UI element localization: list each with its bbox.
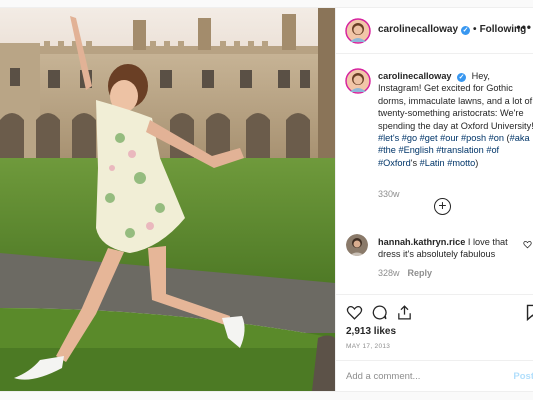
bookmark-icon[interactable] (524, 304, 533, 321)
hashtag-link[interactable]: #on (489, 133, 504, 143)
post-detail-panel: carolinecalloway ✓ • Following ••• caroline… (335, 8, 533, 391)
hashtag-link[interactable]: #aka (510, 133, 530, 143)
comment-timestamp[interactable]: 328w (378, 268, 400, 278)
caption-text-fragment: ) (475, 157, 479, 168)
avatar-icon[interactable] (345, 18, 371, 44)
comment-input[interactable] (346, 369, 506, 384)
hashtag-link[interactable]: #motto (447, 158, 475, 168)
hashtag-link[interactable]: #our (440, 133, 458, 143)
hashtag-link[interactable]: #of (486, 145, 499, 155)
share-icon[interactable] (396, 304, 413, 321)
post-photo[interactable] (0, 8, 335, 391)
comment-icon[interactable] (371, 304, 388, 321)
post-header: carolinecalloway ✓ • Following ••• (336, 8, 533, 54)
hashtag-link[interactable]: #posh (461, 133, 486, 143)
top-strip (0, 0, 533, 8)
add-comment-bar: Post (336, 360, 533, 391)
more-options-icon[interactable]: ••• (516, 20, 532, 34)
caption-username-link[interactable]: carolinecalloway (378, 71, 452, 81)
bottom-strip (0, 391, 533, 400)
heart-icon[interactable] (346, 304, 363, 321)
reply-button[interactable]: Reply (408, 268, 433, 278)
comment-heart-icon[interactable] (523, 240, 532, 249)
post-button[interactable]: Post (513, 371, 533, 382)
hashtag-link[interactable]: #the (378, 145, 396, 155)
hashtag-link[interactable]: #Latin (420, 158, 445, 168)
caption-timestamp[interactable]: 330w (378, 189, 400, 199)
verified-badge-icon: ✓ (457, 73, 467, 82)
separator-dot: • (473, 24, 477, 35)
action-bar: 2,913 likes MAY 17, 2013 (336, 294, 533, 360)
comment-meta: 328w Reply (378, 268, 432, 278)
hashtag-link[interactable]: #Oxford (378, 158, 411, 168)
verified-badge-icon: ✓ (461, 26, 471, 35)
commenter-username-link[interactable]: hannah.kathryn.rice (378, 237, 465, 247)
hashtag-link[interactable]: #English (398, 145, 433, 155)
caption-text-fragment: 's (410, 157, 420, 168)
commenter-avatar-icon[interactable] (346, 234, 368, 256)
hashtag-link[interactable]: #translation (436, 145, 484, 155)
username-link[interactable]: carolinecalloway (378, 24, 458, 35)
header-user: carolinecalloway ✓ • Following (378, 24, 526, 35)
caption-text: carolinecalloway ✓ Hey, Instagram! Get e… (378, 70, 533, 169)
caption-body: Hey, Instagram! Get excited for Gothic d… (378, 71, 533, 168)
caption-avatar-icon[interactable] (345, 68, 371, 94)
hashtag-link[interactable]: #go (402, 133, 417, 143)
comment-text: hannah.kathryn.rice I love that dress it… (378, 236, 526, 261)
likes-count[interactable]: 2,913 likes (346, 326, 396, 337)
post-date: MAY 17, 2013 (346, 343, 391, 350)
plus-circle-icon[interactable]: + (434, 198, 451, 215)
hashtag-link[interactable]: #let's (378, 133, 399, 143)
hashtag-link[interactable]: #get (420, 133, 438, 143)
